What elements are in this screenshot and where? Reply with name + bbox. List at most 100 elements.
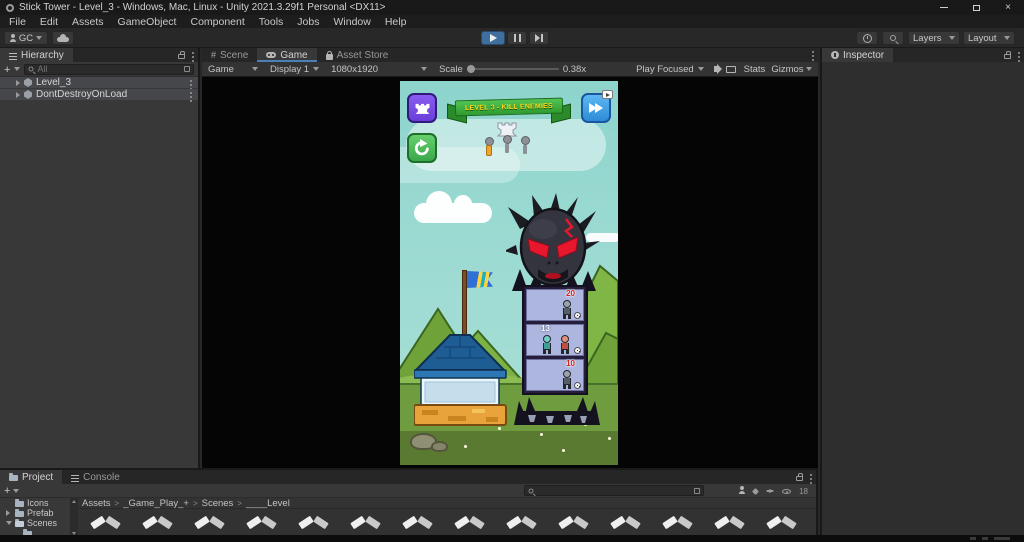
- search-by-label-icon[interactable]: [752, 487, 759, 494]
- menu-tools[interactable]: Tools: [252, 16, 291, 28]
- kebab-menu-icon[interactable]: [192, 56, 194, 58]
- scroll-up-icon[interactable]: [72, 500, 76, 503]
- scene-asset-icon[interactable]: [400, 512, 436, 533]
- enemy-hp: 10: [566, 359, 575, 368]
- undo-history-button[interactable]: [856, 31, 878, 45]
- menu-jobs[interactable]: Jobs: [290, 16, 326, 28]
- search-options-icon[interactable]: [694, 488, 700, 494]
- hidden-packages-icon[interactable]: [782, 489, 791, 494]
- vsync-icon[interactable]: [726, 66, 736, 73]
- cloud-button[interactable]: [52, 31, 74, 45]
- search-button[interactable]: [882, 31, 904, 45]
- menu-edit[interactable]: Edit: [33, 16, 65, 28]
- layers-dropdown[interactable]: Layers: [908, 31, 960, 45]
- tab-inspector[interactable]: Inspector: [822, 48, 893, 62]
- menu-assets[interactable]: Assets: [65, 16, 111, 28]
- lock-icon[interactable]: [796, 476, 803, 481]
- tower-menu-button[interactable]: [407, 93, 437, 123]
- maximize-button[interactable]: [960, 0, 992, 15]
- account-dropdown[interactable]: GC: [4, 31, 48, 45]
- scene-asset-icon[interactable]: [764, 512, 800, 533]
- scene-asset-icon[interactable]: [88, 512, 124, 533]
- close-button[interactable]: ×: [992, 0, 1024, 15]
- scene-asset-icon[interactable]: [296, 512, 332, 533]
- tab-hierarchy[interactable]: Hierarchy: [0, 48, 73, 62]
- menu-gameobject[interactable]: GameObject: [111, 16, 184, 28]
- tree-scrollbar[interactable]: [70, 498, 78, 537]
- tab-console[interactable]: Console: [62, 470, 129, 484]
- menu-help[interactable]: Help: [378, 16, 414, 28]
- save-search-icon[interactable]: [766, 489, 774, 492]
- inspector-tab-bar: Inspector: [822, 48, 1024, 62]
- scale-slider-knob[interactable]: [467, 65, 475, 73]
- scene-asset-icon[interactable]: [244, 512, 280, 533]
- kebab-menu-icon[interactable]: [1018, 56, 1020, 58]
- lock-icon[interactable]: [1004, 54, 1011, 59]
- game-render[interactable]: 20 13: [400, 81, 618, 465]
- hierarchy-item-dontdestroyonload[interactable]: DontDestroyOnLoad: [0, 89, 198, 100]
- expand-caret-icon[interactable]: [6, 510, 10, 516]
- breadcrumb-level[interactable]: ____Level: [246, 498, 290, 509]
- hierarchy-search-field[interactable]: [24, 64, 194, 75]
- kebab-menu-icon[interactable]: [190, 84, 192, 86]
- kebab-menu-icon[interactable]: [190, 96, 192, 98]
- project-search-input[interactable]: [537, 485, 691, 497]
- display-dropdown[interactable]: Display 1: [264, 63, 325, 76]
- tab-project[interactable]: Project: [0, 470, 62, 484]
- tab-scene[interactable]: Scene: [202, 48, 257, 62]
- tab-game[interactable]: Game: [257, 48, 316, 62]
- menu-file[interactable]: File: [2, 16, 33, 28]
- scene-asset-icon[interactable]: [712, 512, 748, 533]
- tab-asset-store[interactable]: Asset Store: [317, 48, 398, 62]
- resolution-dropdown[interactable]: 1080x1920: [325, 63, 433, 76]
- scale-slider[interactable]: [467, 68, 559, 70]
- hamburger-icon: [9, 56, 17, 57]
- pause-button[interactable]: [507, 31, 527, 45]
- menu-component[interactable]: Component: [183, 16, 251, 28]
- breadcrumb-gameplay[interactable]: _Game_Play_+: [123, 498, 189, 509]
- scene-asset-icon[interactable]: [192, 512, 228, 533]
- pick-filter-icon[interactable]: [184, 66, 190, 72]
- layout-dropdown[interactable]: Layout: [963, 31, 1015, 45]
- hierarchy-search-input[interactable]: [37, 64, 181, 74]
- mute-audio-icon[interactable]: [714, 66, 718, 72]
- scene-asset-icon[interactable]: [660, 512, 696, 533]
- breadcrumb-assets[interactable]: Assets: [82, 498, 111, 509]
- create-asset-button[interactable]: [4, 486, 10, 496]
- expand-caret-icon[interactable]: [16, 80, 20, 86]
- hierarchy-item-level3[interactable]: Level_3: [0, 77, 198, 88]
- console-tab-label: Console: [83, 472, 120, 483]
- menu-window[interactable]: Window: [326, 16, 377, 28]
- search-by-type-icon[interactable]: [739, 491, 745, 494]
- play-button[interactable]: [481, 31, 505, 45]
- scene-asset-icon[interactable]: [608, 512, 644, 533]
- scene-asset-icon[interactable]: [140, 512, 176, 533]
- project-search-field[interactable]: [524, 485, 704, 496]
- tree-item-prefab[interactable]: Prefab: [0, 508, 70, 518]
- scene-asset-icon[interactable]: [452, 512, 488, 533]
- step-button[interactable]: [529, 31, 549, 45]
- scene-asset-icon[interactable]: [348, 512, 384, 533]
- expand-caret-icon[interactable]: [16, 92, 20, 98]
- enemy-zombie: [561, 370, 573, 389]
- minimize-button[interactable]: [928, 0, 960, 15]
- render-target-dropdown[interactable]: Game: [202, 63, 264, 76]
- stats-button[interactable]: Stats: [744, 64, 766, 75]
- play-icon: [606, 93, 610, 97]
- gizmos-dropdown[interactable]: Gizmos: [771, 64, 803, 75]
- play-focused-dropdown[interactable]: Play Focused: [630, 63, 710, 76]
- lock-icon[interactable]: [178, 54, 185, 59]
- restart-button[interactable]: [407, 133, 437, 163]
- tree-item-scenes[interactable]: Scenes: [0, 518, 70, 528]
- banner-ribbon: LEVEL 3 - KILL ENEMIES: [455, 98, 563, 117]
- kebab-menu-icon[interactable]: [812, 55, 814, 57]
- kebab-menu-icon[interactable]: [810, 478, 812, 480]
- scene-asset-icon[interactable]: [504, 512, 540, 533]
- skip-level-button[interactable]: [581, 93, 611, 123]
- collapse-caret-icon[interactable]: [6, 521, 12, 525]
- breadcrumb-scenes[interactable]: Scenes: [202, 498, 234, 509]
- add-object-button[interactable]: [4, 60, 10, 78]
- scene-asset-icon[interactable]: [556, 512, 592, 533]
- folder-icon: [15, 511, 24, 517]
- tree-item-icons[interactable]: Icons: [0, 498, 70, 508]
